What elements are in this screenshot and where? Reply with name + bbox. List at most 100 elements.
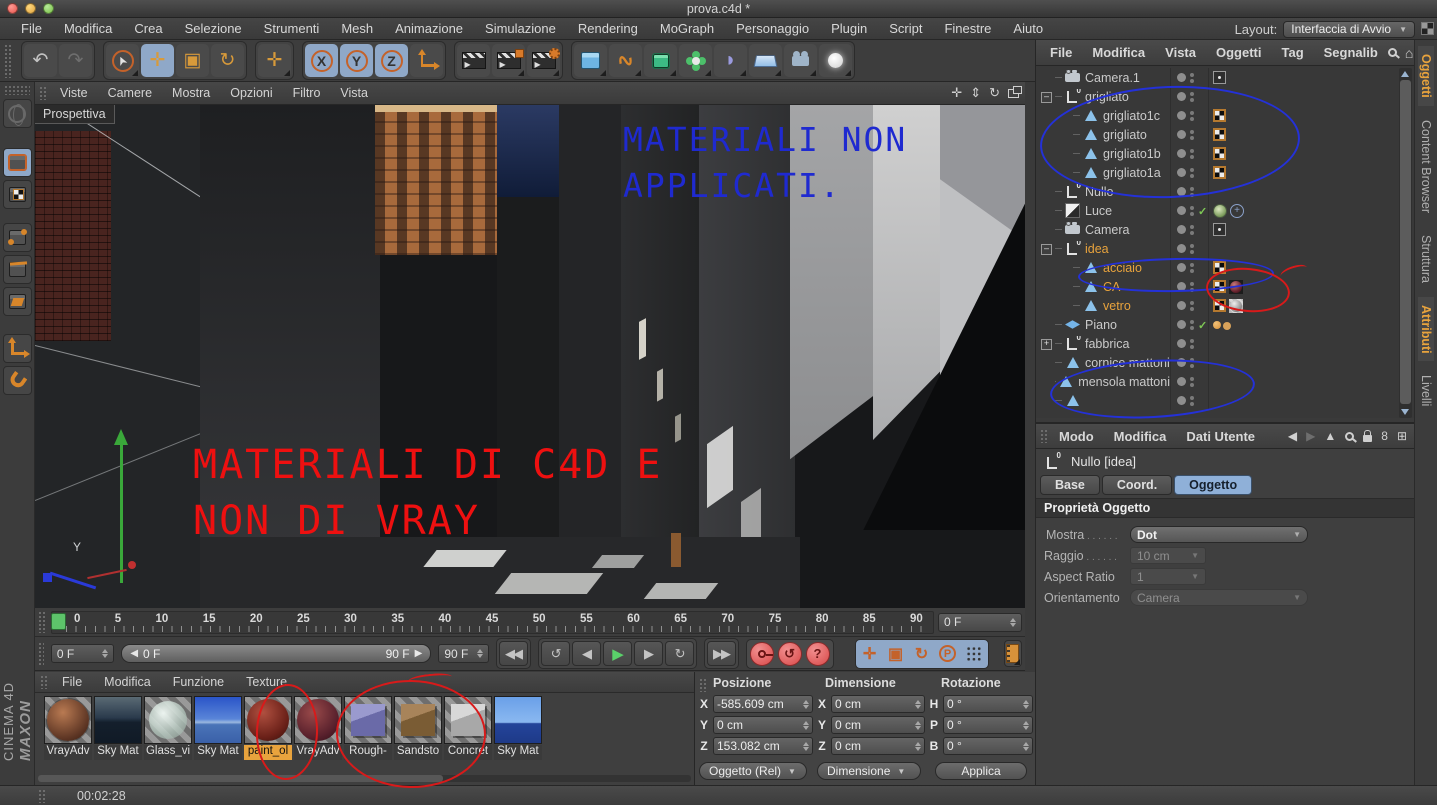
stepper-icon[interactable] [102, 649, 109, 658]
expander[interactable] [1041, 339, 1053, 350]
material-thumbnail[interactable] [244, 696, 292, 744]
expander[interactable] [1059, 263, 1071, 272]
object-tag[interactable] [1213, 128, 1226, 141]
attribute-tab[interactable]: Oggetto [1174, 475, 1253, 495]
timeline-playhead[interactable] [51, 613, 66, 630]
material-scrollbar[interactable] [38, 775, 691, 782]
range-left-icon[interactable]: ◀ [130, 648, 138, 659]
expander[interactable] [1059, 282, 1071, 291]
section-header[interactable]: Proprietà Oggetto [1036, 498, 1415, 518]
field-control[interactable]: 10 cm ▼ [1130, 547, 1206, 564]
redo-button[interactable]: ↷ [59, 44, 92, 77]
object-tag[interactable] [1229, 279, 1243, 294]
visibility-toggles[interactable] [1170, 125, 1209, 144]
enabled-check[interactable] [1198, 317, 1208, 332]
menu-item[interactable]: File [10, 21, 53, 36]
render-picture-viewer-button[interactable] [492, 44, 525, 77]
material-menu-item[interactable]: Funzione [162, 675, 235, 689]
material-item[interactable]: VrayAdv [44, 696, 92, 760]
menu-item[interactable]: Selezione [174, 21, 253, 36]
subdivision-surface-button[interactable] [644, 44, 677, 77]
attribute-menu-item[interactable]: Modo [1049, 429, 1104, 444]
expander[interactable] [1041, 187, 1053, 196]
material-label[interactable]: Sky Mat [94, 745, 142, 760]
material-item[interactable]: Sandsto [394, 696, 442, 760]
material-thumbnail[interactable] [494, 696, 542, 744]
snap-button[interactable] [2, 366, 32, 395]
expander[interactable] [1059, 168, 1071, 177]
mograph-cloner-button[interactable] [679, 44, 712, 77]
layout-dropdown[interactable]: Interfaccia di Avvio ▼ [1283, 20, 1415, 38]
stepper-icon[interactable] [1010, 617, 1016, 627]
object-row[interactable]: Camera.1 [1036, 68, 1414, 87]
object-name[interactable]: fabbrica [1085, 337, 1129, 351]
render-dots[interactable] [1190, 111, 1194, 121]
menu-item[interactable]: MoGraph [649, 21, 725, 36]
view-label[interactable]: Prospettiva [35, 105, 115, 124]
visibility-toggles[interactable] [1170, 106, 1209, 125]
render-settings-button[interactable] [527, 44, 560, 77]
object-name[interactable]: grigliato1b [1103, 147, 1161, 161]
visibility-dot[interactable] [1177, 377, 1186, 386]
layout-grid-icon[interactable] [1421, 22, 1434, 35]
object-tag[interactable] [1230, 203, 1244, 218]
material-thumbnail[interactable] [444, 696, 492, 744]
object-tag[interactable] [1213, 71, 1226, 84]
visibility-toggles[interactable] [1170, 163, 1209, 182]
position-y-field[interactable]: 0 cm [713, 716, 813, 734]
mode-toolbar-handle[interactable] [4, 85, 30, 95]
render-dots[interactable] [1190, 377, 1194, 387]
search-icon[interactable] [1345, 431, 1355, 441]
visibility-toggles[interactable] [1170, 68, 1209, 87]
object-manager-scrollbar[interactable] [1399, 68, 1412, 418]
expander[interactable] [1041, 73, 1053, 82]
material-menu-item[interactable]: File [51, 675, 93, 689]
timeline-window-button[interactable] [1003, 640, 1022, 667]
visibility-dot[interactable] [1177, 301, 1186, 310]
menu-item[interactable]: Aiuto [1002, 21, 1054, 36]
object-name[interactable]: Luce [1085, 204, 1112, 218]
render-dots[interactable] [1190, 339, 1194, 349]
rotation-h-field[interactable]: 0 ° [943, 695, 1033, 713]
viewport-zoom-icon[interactable]: ⇕ [970, 85, 981, 101]
object-tag[interactable] [1213, 320, 1231, 329]
visibility-dot[interactable] [1177, 92, 1186, 101]
environment-floor-button[interactable] [749, 44, 782, 77]
object-row[interactable]: vetro [1036, 296, 1414, 315]
visibility-dot[interactable] [1177, 320, 1186, 329]
material-item[interactable]: VrayAdv [294, 696, 342, 760]
menu-item[interactable]: Rendering [567, 21, 649, 36]
menu-item[interactable]: Finestre [933, 21, 1002, 36]
object-row[interactable]: grigliato1b [1036, 144, 1414, 163]
viewport-menu-item[interactable]: Mostra [162, 86, 220, 100]
menu-item[interactable]: Personaggio [725, 21, 820, 36]
viewport-pan-icon[interactable]: ✛ [951, 85, 962, 101]
material-item[interactable]: Glass_vi [144, 696, 192, 760]
size-z-field[interactable]: 0 cm [831, 737, 925, 755]
menu-item[interactable]: Plugin [820, 21, 878, 36]
object-tag[interactable] [1213, 147, 1226, 160]
material-label[interactable]: Rough- [344, 745, 392, 760]
rotation-p-field[interactable]: 0 ° [943, 716, 1033, 734]
render-dots[interactable] [1190, 263, 1194, 273]
object-tag[interactable] [1213, 166, 1226, 179]
object-row[interactable]: grigliato1c [1036, 106, 1414, 125]
expander[interactable] [1041, 206, 1053, 215]
tab-content-browser[interactable]: Content Browser [1418, 112, 1434, 221]
render-dots[interactable] [1190, 168, 1194, 178]
material-thumbnail[interactable] [44, 696, 92, 744]
polygon-mode-button[interactable] [2, 287, 32, 316]
next-frame-button[interactable]: ▶ [633, 641, 663, 666]
coords-handle[interactable] [699, 678, 708, 692]
material-label[interactable]: Glass_vi [144, 745, 192, 760]
object-name[interactable]: Nullo [1085, 185, 1114, 199]
scroll-up-icon[interactable] [1401, 71, 1409, 77]
object-manager-menu-item[interactable]: Modifica [1082, 45, 1155, 60]
object-tag[interactable] [1213, 109, 1226, 122]
render-dots[interactable] [1190, 187, 1194, 197]
render-dots[interactable] [1190, 358, 1194, 368]
texture-mode-button[interactable] [2, 180, 32, 209]
visibility-toggles[interactable] [1170, 144, 1209, 163]
object-name[interactable]: mensola mattoni [1078, 375, 1170, 389]
object-name[interactable]: grigliato1c [1103, 109, 1160, 123]
